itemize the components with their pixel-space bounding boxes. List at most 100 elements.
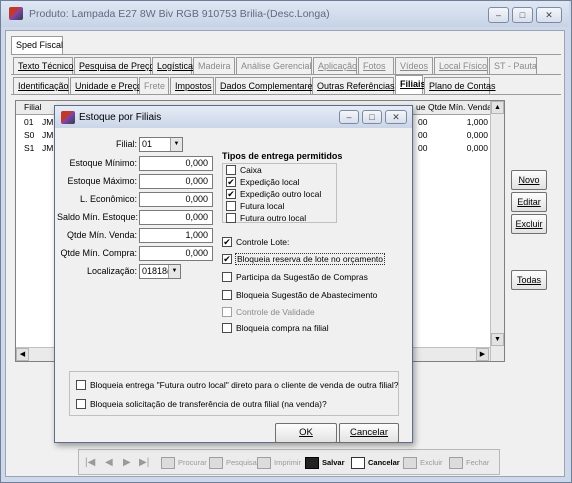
tab-fotos[interactable]: Fotos bbox=[358, 57, 394, 74]
estoque-maximo-field[interactable]: 0,000 bbox=[139, 174, 213, 189]
tab-texto-tecnico[interactable]: Texto Técnico bbox=[13, 57, 73, 74]
row-filial: 01 bbox=[24, 117, 34, 127]
novo-button[interactable]: Novo bbox=[511, 170, 547, 190]
chevron-down-icon[interactable]: ▼ bbox=[168, 265, 180, 278]
excluir-toolbar-button[interactable]: Excluir bbox=[403, 453, 443, 472]
dialog-minimize-button[interactable]: – bbox=[339, 110, 359, 124]
procurar-label: Procurar bbox=[178, 458, 207, 467]
saldo-min-estoque-field[interactable]: 0,000 bbox=[139, 210, 213, 225]
procurar-button[interactable]: Procurar bbox=[161, 453, 207, 472]
futura-outro-local-checkbox[interactable] bbox=[226, 213, 236, 223]
tab-outras-referencias[interactable]: Outras Referências bbox=[312, 77, 395, 94]
previous-record-icon[interactable]: ◀ bbox=[105, 453, 117, 472]
dialog-title: Estoque por Filiais bbox=[79, 112, 162, 123]
tab-madeira[interactable]: Madeira bbox=[193, 57, 235, 74]
entrega-group-title: Tipos de entrega permitidos bbox=[222, 151, 343, 161]
tab-label: Outras Referências bbox=[317, 81, 395, 91]
todas-button[interactable]: Todas bbox=[511, 270, 547, 290]
tab-identificacao[interactable]: Identificação bbox=[13, 77, 69, 94]
tab-label: Identificação bbox=[18, 81, 69, 91]
maximize-button[interactable]: □ bbox=[512, 7, 533, 23]
scroll-right-arrow-icon[interactable]: ▶ bbox=[476, 348, 489, 361]
qtde-min-venda-field[interactable]: 1,000 bbox=[139, 228, 213, 243]
col-min-venda-header[interactable]: Qtde Mín. Venda bbox=[428, 101, 492, 114]
bloqueia-sugestao-abastecimento-label: Bloqueia Sugestão de Abastecimento bbox=[236, 290, 378, 300]
expedicao-outro-local-label: Expedição outro local bbox=[240, 189, 322, 199]
tab-label: Plano de Contas bbox=[429, 81, 496, 91]
fechar-button[interactable]: Fechar bbox=[449, 453, 489, 472]
ok-label: OK bbox=[299, 427, 313, 438]
salvar-button[interactable]: Salvar bbox=[305, 453, 345, 472]
tab-frete[interactable]: Frete bbox=[139, 77, 169, 94]
caixa-checkbox[interactable] bbox=[226, 165, 236, 175]
tab-pesquisa-preco[interactable]: Pesquisa de Preço bbox=[74, 57, 155, 74]
dialog-close-button[interactable]: ✕ bbox=[385, 110, 407, 124]
col-partial-header[interactable]: ue bbox=[416, 101, 425, 114]
ok-button[interactable]: OK bbox=[275, 423, 337, 443]
bloqueia-compra-filial-checkbox[interactable] bbox=[222, 323, 232, 333]
scroll-down-arrow-icon[interactable]: ▼ bbox=[491, 333, 504, 346]
last-record-icon[interactable]: ▶| bbox=[139, 453, 153, 472]
close-button[interactable]: ✕ bbox=[536, 7, 562, 23]
bloqueia-transferencia-checkbox[interactable] bbox=[76, 399, 86, 409]
bloqueia-entrega-futura-checkbox[interactable] bbox=[76, 380, 86, 390]
imprimir-button[interactable]: Imprimir bbox=[257, 453, 301, 472]
expedicao-outro-local-checkbox[interactable]: ✔ bbox=[226, 189, 236, 199]
participa-sugestao-compras-checkbox[interactable] bbox=[222, 272, 232, 282]
tab-label: Análise Gerencial bbox=[241, 61, 312, 71]
next-record-icon[interactable]: ▶ bbox=[123, 453, 135, 472]
grid-vertical-scrollbar[interactable]: ▲ ▼ bbox=[490, 101, 504, 361]
controle-lote-checkbox[interactable]: ✔ bbox=[222, 237, 232, 247]
dialog-maximize-button[interactable]: □ bbox=[362, 110, 382, 124]
qtde-min-compra-field[interactable]: 0,000 bbox=[139, 246, 213, 261]
first-record-icon[interactable]: |◀ bbox=[85, 453, 99, 472]
lote-economico-label: L. Econômico: bbox=[79, 194, 137, 204]
scroll-left-arrow-icon[interactable]: ◀ bbox=[16, 348, 29, 361]
scroll-up-arrow-icon[interactable]: ▲ bbox=[491, 101, 504, 114]
tab-sped-fiscal[interactable]: Sped Fiscal bbox=[11, 36, 63, 55]
row-filial: S0 bbox=[24, 130, 35, 140]
excluir-button[interactable]: Excluir bbox=[511, 214, 547, 234]
controle-lote-label: Controle Lote: bbox=[236, 237, 290, 247]
cancelar-dialog-button[interactable]: Cancelar bbox=[339, 423, 399, 443]
estoque-minimo-label: Estoque Mínimo: bbox=[69, 158, 137, 168]
tab-analise-gerencial[interactable]: Análise Gerencial bbox=[236, 57, 312, 74]
tab-local-fisico[interactable]: Local Físico bbox=[434, 57, 488, 74]
tab-label: Madeira bbox=[198, 61, 231, 71]
app-icon bbox=[9, 7, 23, 20]
col-filial-header[interactable]: Filial bbox=[24, 101, 41, 114]
localizacao-select[interactable]: 01818( ▼ bbox=[139, 264, 181, 279]
chevron-down-icon[interactable]: ▼ bbox=[170, 138, 182, 151]
save-disk-icon bbox=[305, 457, 319, 470]
futura-outro-local-label: Futura outro local bbox=[240, 213, 307, 223]
tab-plano-contas[interactable]: Plano de Contas bbox=[424, 77, 496, 94]
bloqueia-sugestao-abastecimento-checkbox[interactable] bbox=[222, 290, 232, 300]
estoque-minimo-field[interactable]: 0,000 bbox=[139, 156, 213, 171]
bloqueia-transferencia-label: Bloqueia solicitação de transferência de… bbox=[90, 399, 327, 409]
futura-local-checkbox[interactable] bbox=[226, 201, 236, 211]
pesquisa-button[interactable]: Pesquisa bbox=[209, 453, 257, 472]
tab-filiais[interactable]: Filiais bbox=[395, 75, 426, 94]
bloqueia-reserva-lote-label: Bloqueia reserva de lote no orçamento bbox=[235, 253, 386, 265]
tab-impostos[interactable]: Impostos bbox=[170, 77, 214, 94]
tab-videos[interactable]: Vídeos bbox=[395, 57, 433, 74]
expedicao-local-checkbox[interactable]: ✔ bbox=[226, 177, 236, 187]
cancelar-label: Cancelar bbox=[368, 458, 400, 467]
tab-st-pauta[interactable]: ST - Pauta bbox=[489, 57, 537, 74]
minimize-button[interactable]: – bbox=[488, 7, 509, 23]
tab-dados-complementares[interactable]: Dados Complementares bbox=[215, 77, 317, 94]
tab-label: Logística bbox=[157, 61, 194, 71]
tab-unidade-preco[interactable]: Unidade e Preço bbox=[70, 77, 142, 94]
estoque-maximo-label: Estoque Máximo: bbox=[67, 176, 137, 186]
expedicao-local-label: Expedição local bbox=[240, 177, 300, 187]
controle-validade-checkbox[interactable] bbox=[222, 307, 232, 317]
dialog-app-icon bbox=[61, 111, 75, 124]
tab-aplicacao[interactable]: Aplicação bbox=[313, 57, 357, 74]
dialog-titlebar: Estoque por Filiais – □ ✕ bbox=[55, 106, 412, 128]
filial-select[interactable]: 01 ▼ bbox=[139, 137, 183, 152]
lote-economico-field[interactable]: 0,000 bbox=[139, 192, 213, 207]
tab-logistica[interactable]: Logística bbox=[152, 57, 194, 74]
editar-button[interactable]: Editar bbox=[511, 192, 547, 212]
cancelar-button[interactable]: Cancelar bbox=[351, 453, 400, 472]
bloqueia-reserva-lote-checkbox[interactable]: ✔ bbox=[222, 254, 232, 264]
